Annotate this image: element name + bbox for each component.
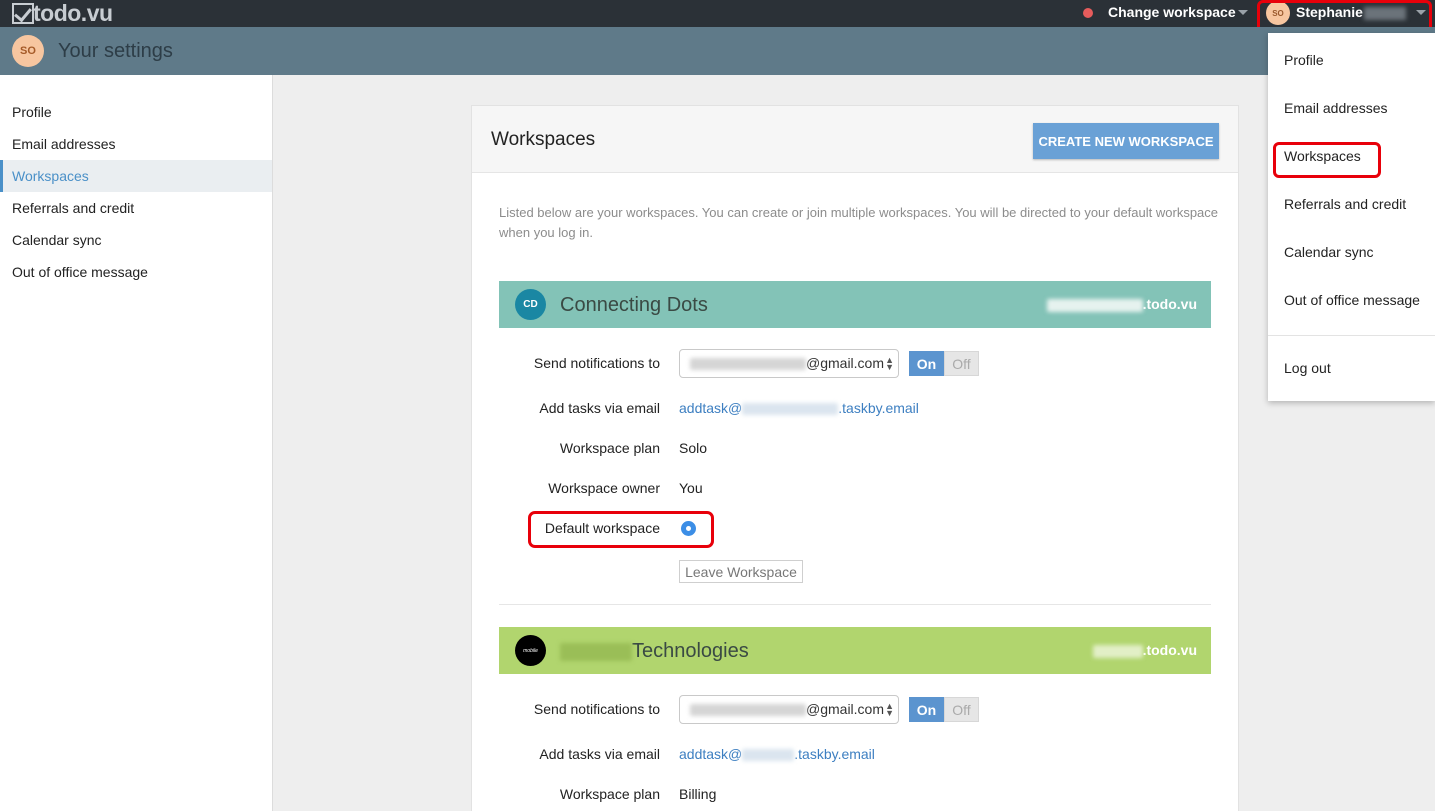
workspace-domain: .todo.vu [1092, 642, 1197, 658]
send-notifications-label: Send notifications to [533, 701, 660, 717]
page-title: Your settings [58, 40, 173, 62]
todovu-logo[interactable]: todo.vu [12, 0, 113, 26]
chevron-down-icon[interactable] [1238, 10, 1248, 15]
notification-toggle[interactable]: On Off [909, 697, 979, 722]
workspace-plan-label: Workspace plan [559, 786, 660, 802]
change-workspace-button[interactable]: Change workspace [1108, 4, 1236, 20]
workspace-name: Connecting Dots [560, 294, 708, 316]
card-title: Workspaces [491, 129, 596, 150]
workspaces-card: Workspaces CREATE NEW WORKSPACE Listed b… [471, 105, 1239, 811]
redacted-text [1092, 644, 1143, 658]
add-task-email-link[interactable]: addtask@ .taskby.email [679, 400, 919, 416]
default-workspace-highlight [528, 511, 714, 548]
check-logo-icon [12, 2, 34, 24]
send-notifications-label: Send notifications to [533, 355, 660, 371]
select-arrows-icon: ▲ ▼ [885, 355, 894, 372]
sidebar-item-referrals[interactable]: Referrals and credit [0, 192, 272, 224]
menu-item-email-addresses[interactable]: Email addresses [1284, 100, 1388, 116]
workspaces-description: Listed below are your workspaces. You ca… [499, 205, 1219, 240]
user-dropdown-menu: Profile Email addresses Workspaces Refer… [1268, 33, 1435, 401]
workspace-band-connecting-dots: CD Connecting Dots .todo.vu [499, 281, 1211, 328]
workspace-avatar: CD [515, 289, 546, 320]
redacted-text [690, 704, 806, 717]
sidebar-item-calendar-sync[interactable]: Calendar sync [0, 224, 272, 256]
workspace-plan-value: Billing [679, 786, 717, 802]
add-tasks-label: Add tasks via email [539, 400, 660, 416]
sidebar-item-profile[interactable]: Profile [0, 96, 272, 128]
workspace-plan-value: Solo [679, 440, 708, 456]
logo-text: todo.vu [33, 0, 113, 26]
redacted-text [742, 403, 839, 416]
workspace-owner-value: You [679, 480, 703, 496]
status-dot-icon [1083, 8, 1093, 18]
workspaces-menu-highlight [1273, 142, 1381, 178]
notification-toggle[interactable]: On Off [909, 351, 979, 376]
leave-workspace-button[interactable]: Leave Workspace [679, 560, 803, 583]
top-bar: todo.vu Change workspace SO Stephanie [0, 0, 1435, 33]
workspace-domain: .todo.vu [1046, 296, 1197, 312]
workspace-name: Technologies [560, 640, 749, 663]
notification-email-select[interactable]: @gmail.com ▲ ▼ [679, 695, 899, 724]
menu-item-out-of-office[interactable]: Out of office message [1284, 292, 1420, 308]
menu-item-profile[interactable]: Profile [1284, 52, 1324, 68]
divider [1268, 335, 1435, 336]
settings-sidebar: Profile Email addresses Workspaces Refer… [0, 75, 273, 811]
menu-item-log-out[interactable]: Log out [1284, 360, 1331, 376]
toggle-on-button[interactable]: On [909, 351, 944, 376]
page-header: SO Your settings [0, 27, 1435, 75]
select-arrows-icon: ▲ ▼ [885, 701, 894, 718]
redacted-text [690, 358, 806, 371]
sidebar-item-out-of-office[interactable]: Out of office message [0, 256, 272, 288]
menu-item-calendar-sync[interactable]: Calendar sync [1284, 244, 1374, 260]
redacted-text [742, 749, 795, 762]
toggle-on-button[interactable]: On [909, 697, 944, 722]
create-new-workspace-button[interactable]: CREATE NEW WORKSPACE [1033, 123, 1219, 159]
toggle-off-button[interactable]: Off [944, 351, 979, 376]
avatar: SO [12, 35, 44, 67]
redacted-text [560, 642, 632, 661]
menu-item-referrals[interactable]: Referrals and credit [1284, 196, 1406, 212]
redacted-text [1046, 298, 1143, 312]
add-tasks-label: Add tasks via email [539, 746, 660, 762]
workspace-plan-label: Workspace plan [559, 440, 660, 456]
toggle-off-button[interactable]: Off [944, 697, 979, 722]
card-header: Workspaces CREATE NEW WORKSPACE [472, 106, 1238, 173]
notification-email-select[interactable]: @gmail.com ▲ ▼ [679, 349, 899, 378]
workspace-avatar: mobile [515, 635, 546, 666]
sidebar-item-workspaces[interactable]: Workspaces [0, 160, 272, 192]
workspace-band-technologies: mobile Technologies .todo.vu [499, 627, 1211, 674]
workspace-owner-label: Workspace owner [548, 480, 660, 496]
sidebar-item-email-addresses[interactable]: Email addresses [0, 128, 272, 160]
divider [499, 604, 1211, 605]
add-task-email-link[interactable]: addtask@ .taskby.email [679, 746, 875, 762]
